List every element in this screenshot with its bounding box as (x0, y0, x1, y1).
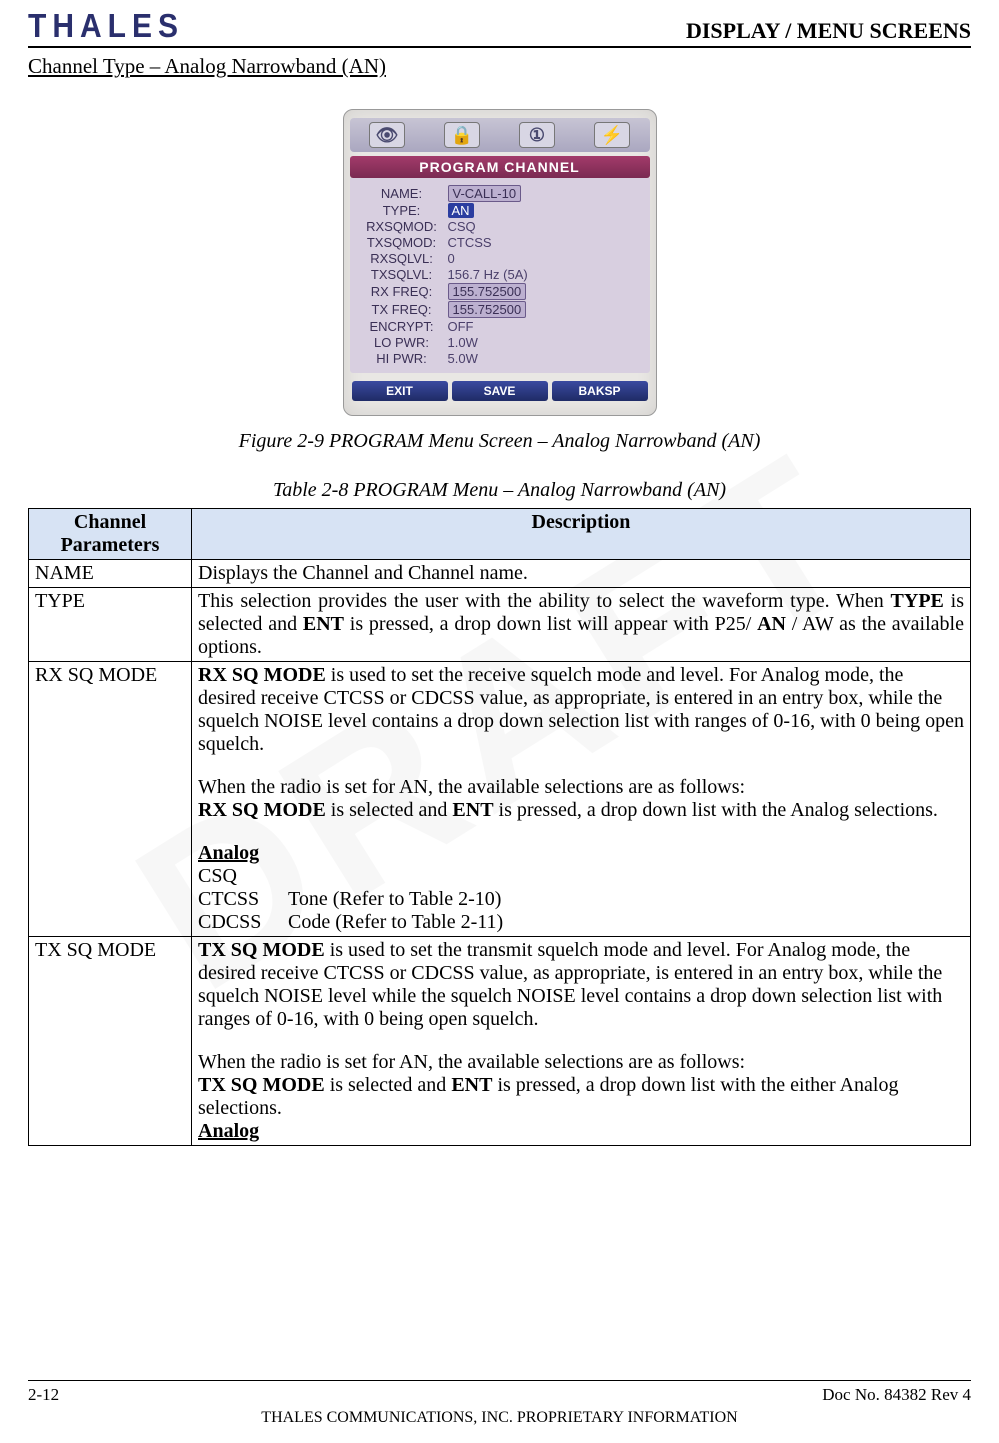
txt: This selection provides the user with th… (198, 590, 891, 612)
device-row-value: OFF (448, 319, 474, 334)
txt-bold: RX SQ MODE (198, 664, 326, 686)
txt-bold: ENT (452, 799, 493, 821)
device-row: ENCRYPT:OFF (356, 319, 644, 334)
device-row-label: LO PWR: (356, 335, 448, 350)
txt-bold: AN (757, 613, 786, 635)
page-number: 2-12 (28, 1385, 59, 1405)
device-row-value: V-CALL-10 (448, 185, 522, 202)
table-row: RX SQ MODE RX SQ MODE is used to set the… (29, 662, 971, 937)
figure-caption: Figure 2-9 PROGRAM Menu Screen – Analog … (28, 430, 971, 453)
device-row-value: AN (448, 203, 474, 218)
device-row-value: CTCSS (448, 235, 492, 250)
device-row-value: 155.752500 (448, 283, 527, 300)
device-row: TX FREQ:155.752500 (356, 301, 644, 318)
status-icon: ① (519, 122, 555, 148)
device-row: RXSQLVL:0 (356, 251, 644, 266)
table-row: NAME Displays the Channel and Channel na… (29, 560, 971, 588)
txt-bold: ENT (451, 1074, 492, 1096)
page-footer: 2-12 Doc No. 84382 Rev 4 THALES COMMUNIC… (28, 1380, 971, 1427)
doc-number: Doc No. 84382 Rev 4 (822, 1385, 971, 1405)
txt-bold: TX SQ MODE (198, 1074, 325, 1096)
device-row-label: RXSQMOD: (356, 219, 448, 234)
param-desc: RX SQ MODE is used to set the receive sq… (192, 662, 971, 937)
device-row-value: 5.0W (448, 351, 478, 366)
param-name: NAME (29, 560, 192, 588)
device-row-value: 1.0W (448, 335, 478, 350)
device-row: RX FREQ:155.752500 (356, 283, 644, 300)
device-row-value: CSQ (448, 219, 476, 234)
txt: CSQ (198, 865, 964, 888)
device-title: PROGRAM CHANNEL (350, 156, 650, 178)
param-name: TYPE (29, 588, 192, 662)
table-caption: Table 2-8 PROGRAM Menu – Analog Narrowba… (28, 479, 971, 502)
analog-heading: Analog (198, 1120, 259, 1142)
device-row-label: TXSQMOD: (356, 235, 448, 250)
txt-bold: TX SQ MODE (198, 939, 325, 961)
device-row-value: 155.752500 (448, 301, 527, 318)
device-row: RXSQMOD:CSQ (356, 219, 644, 234)
txt: is selected and (325, 1074, 452, 1096)
analog-heading: Analog (198, 842, 259, 864)
txt: When the radio is set for AN, the availa… (198, 776, 964, 799)
device-btn-baksp[interactable]: BAKSP (552, 381, 648, 401)
txt: is selected and (326, 799, 453, 821)
txt: is pressed, a drop down list with the An… (494, 799, 938, 821)
header-section: DISPLAY / MENU SCREENS (686, 18, 971, 44)
device-btn-save[interactable]: SAVE (452, 381, 548, 401)
txt: Tone (Refer to Table 2-10) (288, 888, 501, 910)
device-row-value: 0 (448, 251, 455, 266)
device-row: TXSQMOD:CTCSS (356, 235, 644, 250)
status-icon: 🔒 (444, 122, 480, 148)
table-row: TYPE This selection provides the user wi… (29, 588, 971, 662)
device-row: TYPE:AN (356, 203, 644, 218)
device-row-label: RX FREQ: (356, 284, 448, 299)
status-icon: ⚡ (594, 122, 630, 148)
device-row-label: HI PWR: (356, 351, 448, 366)
device-body: NAME:V-CALL-10TYPE:ANRXSQMOD:CSQTXSQMOD:… (350, 178, 650, 373)
device-mock: 👁 🔒 ① ⚡ PROGRAM CHANNEL NAME:V-CALL-10TY… (343, 109, 657, 416)
footer-proprietary: THALES COMMUNICATIONS, INC. PROPRIETARY … (28, 1409, 971, 1427)
param-name: RX SQ MODE (29, 662, 192, 937)
device-row-value: 156.7 Hz (5A) (448, 267, 528, 282)
page-header: THALES DISPLAY / MENU SCREENS (28, 10, 971, 48)
param-table: Channel Parameters Description NAME Disp… (28, 508, 971, 1146)
txt: CDCSS (198, 911, 288, 934)
txt-bold: ENT (303, 613, 344, 635)
txt: Code (Refer to Table 2-11) (288, 911, 503, 933)
table-row: TX SQ MODE TX SQ MODE is used to set the… (29, 937, 971, 1146)
txt: CTCSS (198, 888, 288, 911)
txt: When the radio is set for AN, the availa… (198, 1051, 964, 1074)
param-desc: TX SQ MODE is used to set the transmit s… (192, 937, 971, 1146)
device-row-label: RXSQLVL: (356, 251, 448, 266)
param-name: TX SQ MODE (29, 937, 192, 1146)
col-params: Channel Parameters (29, 509, 192, 560)
device-row-label: TYPE: (356, 203, 448, 218)
device-figure: 👁 🔒 ① ⚡ PROGRAM CHANNEL NAME:V-CALL-10TY… (28, 109, 971, 453)
device-row: NAME:V-CALL-10 (356, 185, 644, 202)
param-desc: This selection provides the user with th… (192, 588, 971, 662)
device-row: LO PWR:1.0W (356, 335, 644, 350)
txt-bold: TYPE (891, 590, 944, 612)
device-row: TXSQLVL:156.7 Hz (5A) (356, 267, 644, 282)
status-icon: 👁 (369, 122, 405, 148)
device-row: HI PWR:5.0W (356, 351, 644, 366)
param-desc: Displays the Channel and Channel name. (192, 560, 971, 588)
device-row-label: ENCRYPT: (356, 319, 448, 334)
col-desc: Description (192, 509, 971, 560)
brand-logo: THALES (28, 8, 184, 45)
device-btn-exit[interactable]: EXIT (352, 381, 448, 401)
device-row-label: TXSQLVL: (356, 267, 448, 282)
device-row-label: TX FREQ: (356, 302, 448, 317)
txt-bold: RX SQ MODE (198, 799, 326, 821)
device-row-label: NAME: (356, 186, 448, 201)
device-iconbar: 👁 🔒 ① ⚡ (350, 118, 650, 152)
txt: is pressed, a drop down list will appear… (344, 613, 757, 635)
device-buttons: EXIT SAVE BAKSP (350, 381, 650, 401)
section-title: Channel Type – Analog Narrowband (AN) (28, 54, 971, 79)
